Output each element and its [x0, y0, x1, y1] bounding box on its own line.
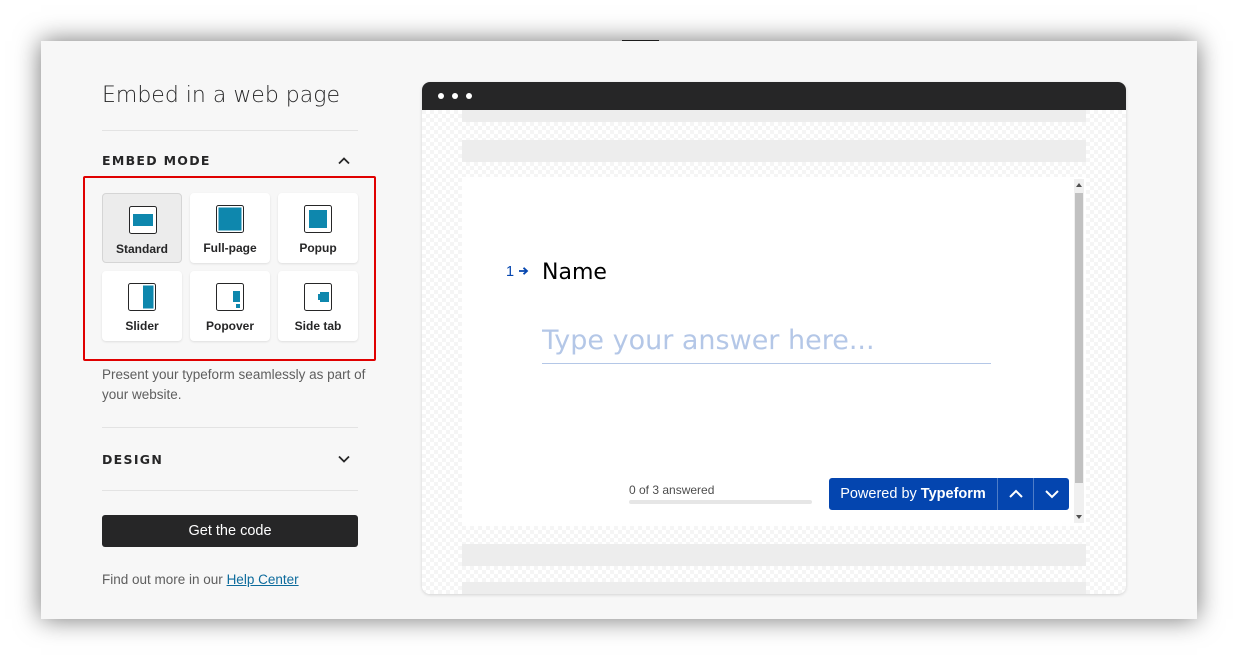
embed-modal: Embed in a web page EMBED MODE Standard … — [41, 41, 1197, 619]
previous-question-button[interactable] — [997, 478, 1033, 510]
help-prefix: Find out more in our — [102, 572, 227, 587]
help-center-link[interactable]: Help Center — [227, 572, 299, 587]
window-dot-icon — [438, 93, 444, 99]
embed-mode-highlight — [83, 176, 376, 361]
help-text: Find out more in our Help Center — [102, 572, 299, 587]
embed-mode-description: Present your typeform seamlessly as part… — [102, 367, 366, 402]
chevron-down-icon[interactable] — [337, 452, 351, 466]
scroll-down-arrow-icon[interactable] — [1075, 513, 1083, 521]
scrollbar[interactable] — [1074, 179, 1084, 523]
powered-prefix: Powered by — [840, 486, 921, 502]
chevron-up-icon — [1009, 489, 1023, 498]
next-question-button[interactable] — [1033, 478, 1069, 510]
placeholder-block — [462, 582, 1086, 594]
divider — [102, 427, 358, 428]
question-number: 1 — [506, 264, 529, 280]
window-dot-icon — [452, 93, 458, 99]
window-dot-icon — [466, 93, 472, 99]
embed-mode-label: EMBED MODE — [102, 153, 211, 168]
typeform-embed: 1 Name 0 of 3 answered Powered by Typefo… — [462, 177, 1086, 526]
scroll-up-arrow-icon[interactable] — [1075, 181, 1083, 189]
placeholder-block — [462, 110, 1086, 122]
progress-bar — [629, 500, 812, 504]
design-label: DESIGN — [102, 452, 164, 467]
chevron-down-icon — [1045, 490, 1059, 499]
powered-by-typeform-button[interactable]: Powered by Typeform — [829, 478, 997, 510]
scrollbar-thumb[interactable] — [1075, 193, 1083, 483]
progress-text: 0 of 3 answered — [629, 483, 715, 497]
preview-browser: 1 Name 0 of 3 answered Powered by Typefo… — [422, 82, 1126, 594]
question-number-text: 1 — [506, 264, 515, 280]
page-title: Embed in a web page — [102, 83, 340, 108]
divider — [102, 130, 358, 131]
divider — [102, 490, 358, 491]
question-title: Name — [542, 260, 607, 285]
chevron-up-icon[interactable] — [337, 154, 351, 168]
answer-input[interactable] — [542, 317, 991, 364]
get-code-button[interactable]: Get the code — [102, 515, 358, 547]
browser-bar — [422, 82, 1126, 110]
placeholder-block — [462, 544, 1086, 566]
preview-page: 1 Name 0 of 3 answered Powered by Typefo… — [422, 110, 1126, 594]
placeholder-block — [462, 140, 1086, 162]
arrow-right-icon — [519, 267, 529, 275]
powered-brand: Typeform — [920, 486, 986, 502]
